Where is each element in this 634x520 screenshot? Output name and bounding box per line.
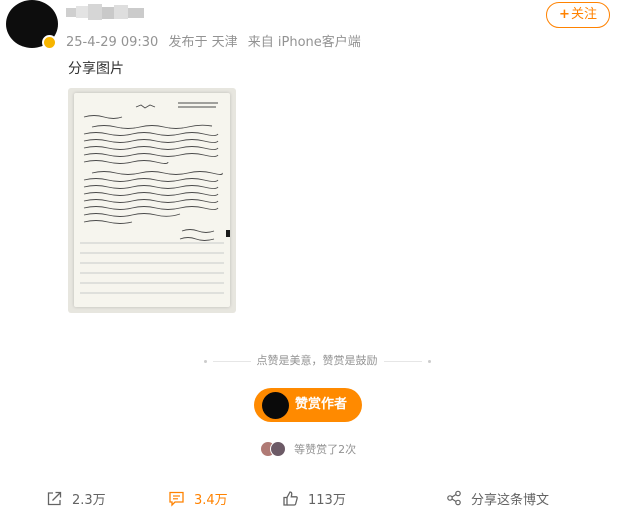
reward-divider-text: 点赞是美意，赞赏是鼓励	[256, 354, 378, 367]
letter-paper	[74, 93, 233, 307]
verified-badge-icon	[42, 35, 57, 50]
reward-author-button[interactable]: 赞赏作者	[254, 388, 362, 422]
rewarders-summary[interactable]: 等赞赏了2次	[260, 438, 356, 458]
follow-label: 关注	[570, 7, 597, 22]
plus-icon: +	[559, 7, 570, 22]
post-meta: 25-4-29 09:30 发布于 天津 来自 iPhone客户端	[66, 31, 367, 50]
thumbs-up-icon	[283, 490, 298, 506]
reward-avatar	[262, 392, 289, 419]
reward-count-text: 等赞赏了2次	[294, 442, 357, 456]
repost-icon	[47, 491, 62, 505]
action-bar: 2.3万 3.4万 113万 分享这条博文	[0, 484, 634, 514]
comment-button[interactable]: 3.4万	[168, 484, 228, 512]
post-time[interactable]: 25-4-29 09:30	[66, 35, 158, 50]
reward-button-label: 赞赏作者	[295, 397, 348, 412]
share-label: 分享这条博文	[471, 492, 550, 508]
comment-icon	[169, 491, 184, 507]
share-button[interactable]: 分享这条博文	[446, 484, 549, 512]
post-text: 分享图片	[68, 61, 124, 77]
like-count: 113万	[308, 492, 346, 508]
rewarder-avatar	[270, 440, 286, 457]
handwriting-scribbles	[80, 102, 233, 294]
post-location: 发布于 天津	[168, 35, 238, 50]
repost-button[interactable]: 2.3万	[46, 484, 106, 512]
share-icon	[447, 490, 461, 506]
username-blurred[interactable]	[66, 4, 146, 22]
follow-button[interactable]: +关注	[546, 2, 610, 28]
post-image[interactable]	[68, 88, 236, 313]
reward-divider: 点赞是美意，赞赏是鼓励	[0, 352, 634, 368]
comment-count: 3.4万	[194, 492, 228, 508]
repost-count: 2.3万	[72, 492, 106, 508]
post-source: 来自 iPhone客户端	[247, 35, 361, 50]
like-button[interactable]: 113万	[282, 484, 346, 512]
